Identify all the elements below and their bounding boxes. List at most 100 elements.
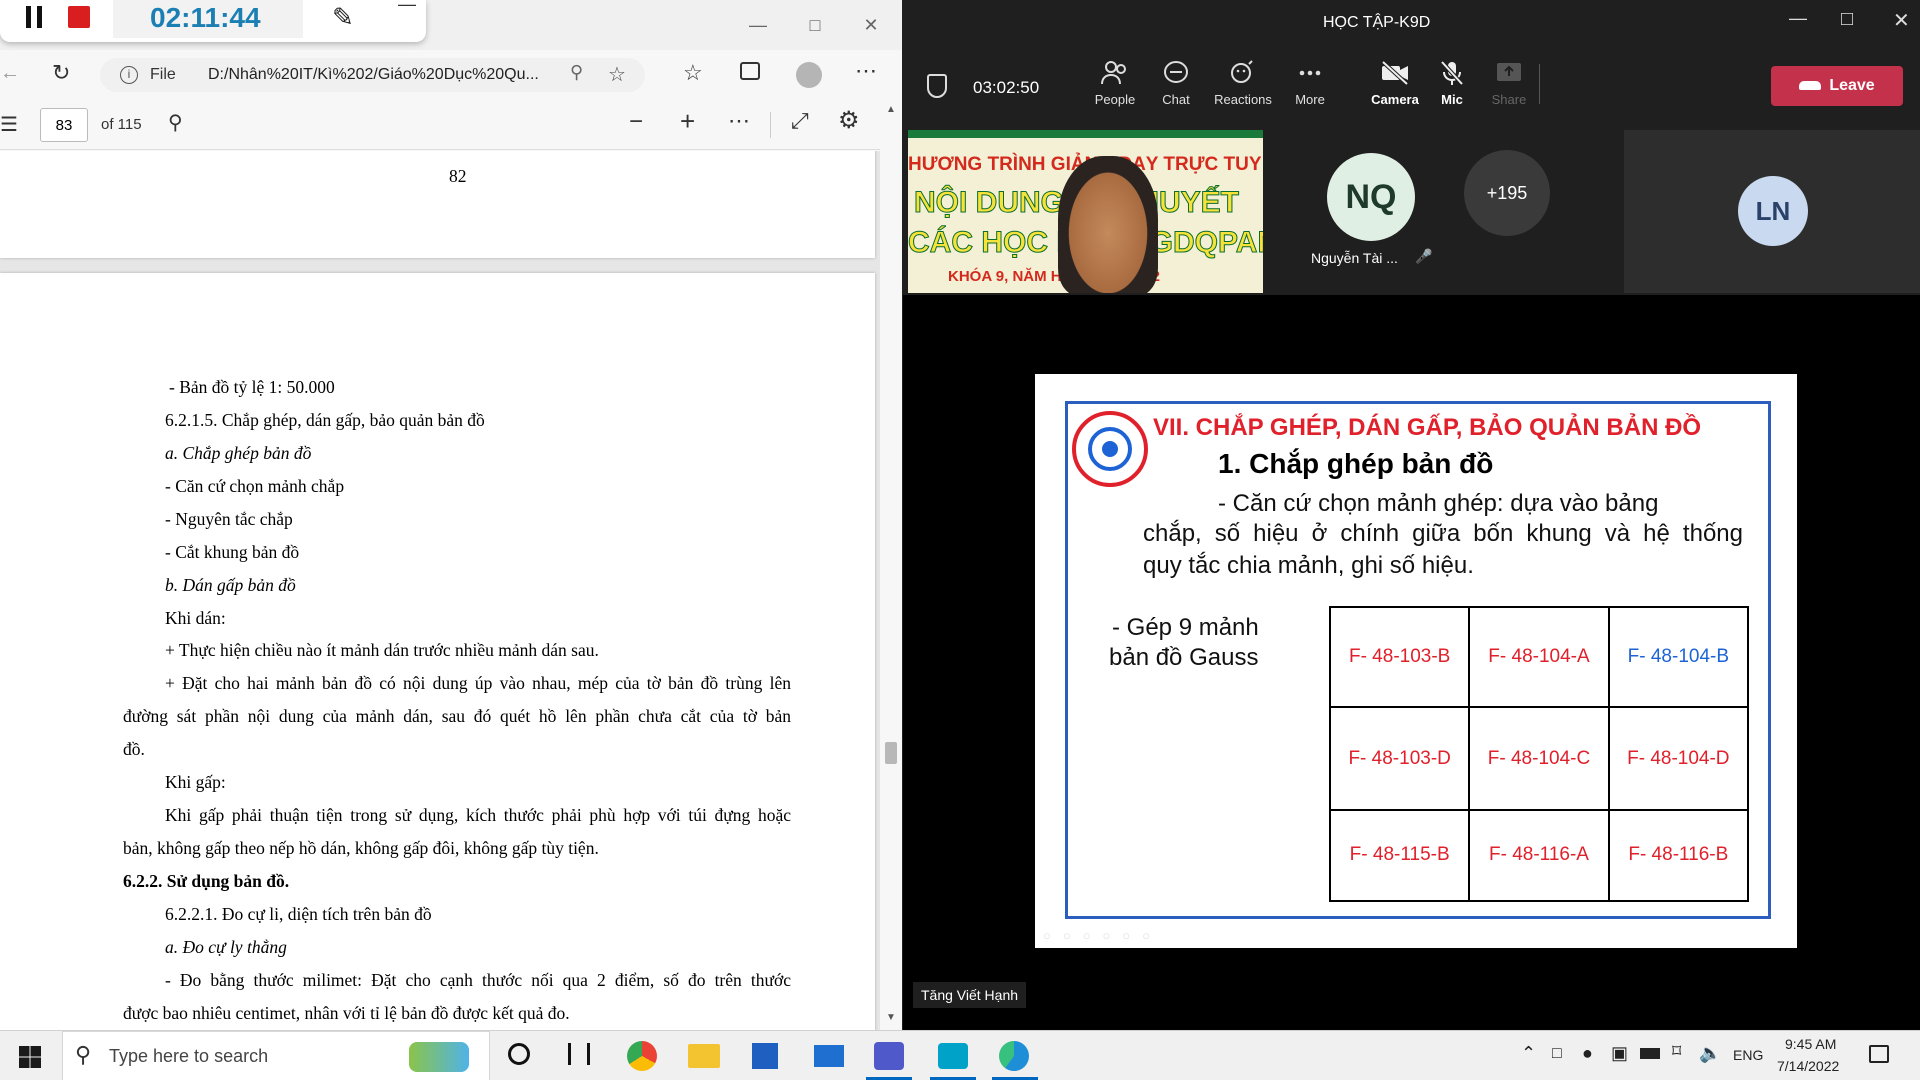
store-icon[interactable]	[752, 1043, 778, 1069]
search-icon[interactable]: ⚲	[168, 110, 183, 135]
add-favorite-icon[interactable]: ☆	[608, 62, 626, 87]
close-button[interactable]: ✕	[848, 10, 894, 40]
address-bar-row: ← ↻ i File D:/Nhân%20IT/Kì%202/Giáo%20Dụ…	[0, 50, 902, 100]
edge-icon[interactable]	[999, 1041, 1029, 1071]
text-line: - Nguyên tắc chắp	[165, 509, 293, 529]
meet-now-icon[interactable]: □	[1552, 1045, 1562, 1063]
chat-button[interactable]: Chat	[1145, 60, 1207, 107]
mail-icon[interactable]	[814, 1045, 844, 1067]
map-sheet-grid: F- 48-103-B F- 48-104-A F- 48-104-B F- 48-1…	[1328, 605, 1750, 903]
map-sheet-cell: F- 48-104-B	[1607, 605, 1750, 709]
scroll-up-arrow[interactable]: ▲	[886, 104, 896, 115]
slide-title: VII. CHẮP GHÉP, DÁN GẤP, BẢO QUẢN BẢN ĐỒ	[1153, 414, 1702, 441]
scroll-down-arrow[interactable]: ▼	[886, 1012, 896, 1023]
volume-icon[interactable]: 🔈	[1699, 1043, 1721, 1064]
more-options-icon[interactable]: ⋯	[728, 108, 750, 134]
slide-nav-controls[interactable]: ○○○○○○	[1043, 928, 1162, 946]
stop-icon[interactable]	[68, 6, 90, 28]
zoom-in-icon[interactable]: +	[680, 106, 695, 137]
notifications-icon[interactable]	[1869, 1045, 1889, 1063]
more-icon	[1299, 70, 1321, 76]
presenter-face	[1058, 156, 1158, 293]
clock-date[interactable]: 7/14/2022	[1777, 1058, 1839, 1074]
language-indicator[interactable]: ENG	[1733, 1047, 1763, 1063]
zoom-out-icon[interactable]: −	[629, 108, 643, 136]
overflow-participants[interactable]: +195	[1464, 150, 1550, 236]
close-button[interactable]: ✕	[1893, 8, 1910, 33]
pdf-document-area[interactable]: 82 - Bản đồ tỷ lệ 1: 50.000 6.2.1.5. Chắ…	[0, 151, 902, 1030]
network-status-icon[interactable]: ▣	[1611, 1043, 1628, 1064]
leave-button[interactable]: Leave	[1771, 66, 1903, 106]
leave-label: Leave	[1829, 77, 1875, 94]
zoom-icon[interactable]: ⚲	[570, 62, 583, 83]
favorites-icon[interactable]: ☆	[683, 60, 703, 86]
maximize-button[interactable]: □	[792, 10, 838, 40]
reactions-label: Reactions	[1214, 92, 1272, 107]
share-button[interactable]: Share	[1478, 60, 1540, 107]
slide-left-line: bản đồ Gauss	[1109, 644, 1259, 671]
pdf-scrollbar[interactable]: ▲ ▼	[880, 100, 902, 1030]
wifi-icon[interactable]: ⌑	[1672, 1041, 1681, 1062]
info-icon: i	[120, 66, 138, 84]
text-line: đường sát phần nội dung của mảnh dán, sa…	[123, 706, 791, 726]
reactions-button[interactable]: Reactions	[1206, 60, 1280, 107]
people-icon	[1101, 61, 1126, 85]
minimize-button[interactable]: —	[735, 10, 781, 40]
taskbar-search-box[interactable]: ⚲ Type here to search	[62, 1031, 490, 1080]
battery-icon[interactable]	[1640, 1048, 1660, 1059]
contents-icon[interactable]: ☰	[0, 112, 18, 137]
more-menu-icon[interactable]: ⋯	[855, 58, 877, 84]
windows-start-icon[interactable]	[19, 1046, 41, 1068]
page-number-input[interactable]	[40, 108, 88, 142]
teams-icon[interactable]	[874, 1042, 904, 1070]
address-text[interactable]: D:/Nhân%20IT/Kì%202/Giáo%20Dục%20Qu...	[208, 66, 539, 84]
text-line: Khi gấp:	[165, 772, 226, 792]
text-line: + Đặt cho hai mảnh bản đồ có nội dung úp…	[165, 673, 791, 693]
text-line: 6.2.2. Sử dụng bản đồ.	[123, 871, 290, 891]
text-line: - Đo bằng thước milimet: Đặt cho cạnh th…	[165, 970, 791, 990]
camera-button[interactable]: Camera	[1364, 60, 1426, 107]
chat-icon	[1164, 61, 1188, 83]
collections-icon[interactable]	[740, 62, 760, 80]
participant-gallery: HƯƠNG TRÌNH GIẢNG DẠY TRỰC TUY NỘI DUNG …	[903, 128, 1920, 295]
teams-title-bar: HỌC TẬP-K9D — □ ✕	[903, 0, 1920, 48]
pen-icon[interactable]: ✎	[332, 2, 354, 33]
slide-paragraph-line: - Căn cứ chọn mảnh ghép: dựa vào bảng	[1218, 490, 1659, 517]
profile-avatar[interactable]	[796, 62, 822, 88]
clock-time[interactable]: 9:45 AM	[1785, 1036, 1836, 1052]
text-line: + Thực hiện chiều nào ít mảnh dán trước …	[165, 640, 599, 660]
address-bar[interactable]: i File D:/Nhân%20IT/Kì%202/Giáo%20Dục%20…	[100, 58, 645, 92]
task-view-icon[interactable]	[508, 1043, 530, 1065]
refresh-icon[interactable]: ↻	[52, 60, 70, 86]
mic-button[interactable]: Mic	[1421, 60, 1483, 107]
minimize-recorder-icon[interactable]: —	[398, 0, 416, 15]
chat-label: Chat	[1162, 92, 1190, 107]
show-hidden-icons[interactable]: ⌃	[1521, 1043, 1536, 1064]
page-number-label: 82	[449, 166, 467, 186]
search-placeholder: Type here to search	[109, 1046, 269, 1066]
participant-avatar-nq[interactable]: NQ	[1327, 153, 1415, 241]
back-icon[interactable]: ←	[0, 62, 20, 85]
microphone-icon[interactable]: ●	[1582, 1043, 1593, 1064]
meeting-app-icon[interactable]	[938, 1043, 968, 1069]
text-line: Khi dán:	[165, 608, 226, 628]
text-line: được bao nhiêu centimet, nhân với tỉ lệ …	[123, 1003, 570, 1023]
text-line: a. Chắp ghép bản đồ	[165, 443, 312, 463]
reactions-icon	[1231, 60, 1253, 83]
settings-gear-icon[interactable]: ⚙	[838, 106, 860, 135]
minimize-button[interactable]: —	[1789, 8, 1807, 29]
people-button[interactable]: People	[1084, 60, 1146, 107]
muted-mic-icon: 🎤	[1415, 248, 1433, 264]
chrome-icon[interactable]	[627, 1041, 657, 1071]
scroll-thumb[interactable]	[885, 742, 897, 764]
pause-icon[interactable]	[26, 6, 42, 28]
presenter-video[interactable]: HƯƠNG TRÌNH GIẢNG DẠY TRỰC TUY NỘI DUNG …	[908, 130, 1263, 293]
university-logo	[1072, 411, 1148, 487]
timeline-icon[interactable]	[568, 1043, 590, 1065]
people-label: People	[1094, 92, 1136, 107]
fit-page-icon[interactable]: ⤢	[791, 108, 809, 134]
more-button[interactable]: More	[1279, 60, 1341, 107]
participant-tile-ln[interactable]: LN	[1624, 130, 1920, 293]
file-explorer-icon[interactable]	[688, 1044, 720, 1068]
maximize-button[interactable]: □	[1841, 8, 1853, 31]
